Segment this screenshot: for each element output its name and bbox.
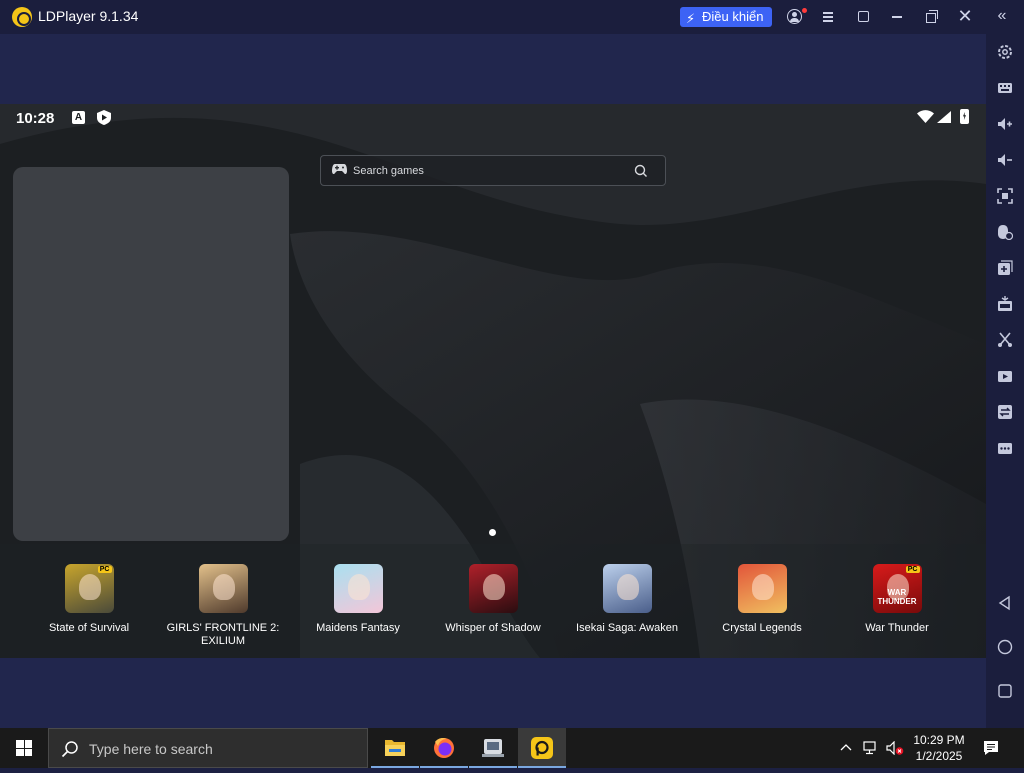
right-toolbar xyxy=(986,34,1024,728)
ldplayer-taskbar-button[interactable] xyxy=(518,728,566,768)
home-nav-icon[interactable] xyxy=(997,639,1013,655)
app-shortcut[interactable]: Whisper of Shadow xyxy=(423,564,563,635)
pc-badge: PC xyxy=(97,566,112,573)
a-notification-icon: A xyxy=(72,111,85,124)
keyboard-icon[interactable] xyxy=(997,80,1013,96)
add-window-icon[interactable] xyxy=(997,260,1013,276)
search-games-bar[interactable]: Search games xyxy=(320,155,666,186)
network-icon[interactable] xyxy=(863,741,879,755)
wifi-icon xyxy=(917,110,934,123)
app-icon[interactable] xyxy=(737,564,787,613)
popout-icon[interactable] xyxy=(855,8,871,24)
firefox-icon xyxy=(434,738,454,758)
app-shortcut[interactable]: GIRLS' FRONTLINE 2: EXILIUM xyxy=(153,564,293,648)
volume-down-icon[interactable] xyxy=(997,152,1013,168)
top-margin xyxy=(0,34,986,104)
lightning-icon: ⚡ xyxy=(686,11,696,26)
battery-icon xyxy=(960,109,969,124)
app-artwork xyxy=(482,574,505,600)
window-title: LDPlayer 9.1.34 xyxy=(38,8,139,24)
app-artwork xyxy=(347,574,370,600)
taskbar-clock[interactable]: 10:29 PM 1/2/2025 xyxy=(910,732,968,764)
more-icon[interactable] xyxy=(997,440,1013,456)
fullscreen-icon[interactable] xyxy=(997,188,1013,204)
app-artwork xyxy=(78,574,101,600)
pc-badge: PC xyxy=(905,566,920,573)
clock-date: 1/2/2025 xyxy=(915,749,963,763)
volume-muted-icon[interactable] xyxy=(886,741,904,755)
home-widget-placeholder[interactable] xyxy=(13,167,289,541)
ldplayer-logo-icon xyxy=(12,7,32,27)
search-games-label: Search games xyxy=(353,165,424,177)
collapse-sidebar-icon[interactable]: « xyxy=(994,8,1010,24)
title-bar: LDPlayer 9.1.34 ⚡ Điều khiển ✕ « xyxy=(0,0,1024,34)
app-shortcut[interactable]: Crystal Legends xyxy=(692,564,832,635)
status-time: 10:28 xyxy=(16,110,55,127)
recents-nav-icon[interactable] xyxy=(997,683,1013,699)
app-artwork xyxy=(751,574,774,600)
back-nav-icon[interactable] xyxy=(997,595,1013,611)
folder-icon xyxy=(385,740,405,756)
record-video-icon[interactable] xyxy=(997,368,1013,384)
app-icon[interactable]: PC xyxy=(64,564,114,613)
ldplayer-app-icon xyxy=(531,737,553,759)
firefox-taskbar-button[interactable] xyxy=(420,728,468,768)
app-shortcut[interactable]: WAR THUNDER PC War Thunder xyxy=(827,564,967,635)
search-icon[interactable] xyxy=(634,164,648,178)
account-icon[interactable] xyxy=(787,9,802,24)
app-logo-text: WAR THUNDER xyxy=(877,588,917,606)
action-center-icon[interactable] xyxy=(983,740,999,756)
windows-start-icon[interactable] xyxy=(16,740,32,756)
minimize-icon[interactable] xyxy=(889,8,905,24)
app-artwork xyxy=(212,574,235,600)
multi-instance-taskbar-button[interactable] xyxy=(469,728,517,768)
notification-dot xyxy=(802,8,807,13)
tray-overflow-chevron-icon[interactable] xyxy=(840,742,852,754)
taskbar-search-box[interactable]: Type here to search xyxy=(48,728,368,768)
sync-icon[interactable] xyxy=(997,404,1013,420)
windows-taskbar: Type here to search 10:29 PM 1/2/2025 xyxy=(0,728,1024,768)
app-icon[interactable] xyxy=(602,564,652,613)
taskbar-search-placeholder: Type here to search xyxy=(89,741,213,757)
restore-icon[interactable] xyxy=(923,8,939,24)
scissors-icon[interactable] xyxy=(997,332,1013,348)
app-shortcut[interactable]: Isekai Saga: Awaken xyxy=(557,564,697,635)
mouse-lock-icon[interactable] xyxy=(997,224,1013,240)
app-label: Maidens Fantasy xyxy=(316,622,400,634)
app-shortcut[interactable]: Maidens Fantasy xyxy=(288,564,428,635)
multi-instance-icon xyxy=(482,739,504,757)
app-label: Isekai Saga: Awaken xyxy=(576,622,678,634)
signal-icon xyxy=(937,111,951,123)
app-label: War Thunder xyxy=(865,622,929,634)
app-artwork xyxy=(616,574,639,600)
bottom-margin xyxy=(0,658,986,728)
app-icon[interactable] xyxy=(468,564,518,613)
gamepad-icon xyxy=(332,164,347,175)
control-button[interactable]: ⚡ Điều khiển xyxy=(680,7,772,27)
app-label: Crystal Legends xyxy=(722,622,802,634)
app-icon[interactable]: WAR THUNDER PC xyxy=(872,564,922,613)
volume-up-icon[interactable] xyxy=(997,116,1013,132)
app-icon[interactable] xyxy=(333,564,383,613)
file-explorer-taskbar-button[interactable] xyxy=(371,728,419,768)
app-label: State of Survival xyxy=(48,622,130,634)
android-screen[interactable]: 10:28 A Search games PC State of Survival… xyxy=(0,104,986,658)
shield-play-icon xyxy=(97,110,111,125)
app-label: GIRLS' FRONTLINE 2: EXILIUM xyxy=(166,622,280,647)
apk-install-icon[interactable] xyxy=(997,296,1013,312)
app-icon[interactable] xyxy=(198,564,248,613)
app-label: Whisper of Shadow xyxy=(445,622,541,634)
settings-gear-icon[interactable] xyxy=(997,44,1013,60)
app-shortcut[interactable]: PC State of Survival xyxy=(19,564,159,635)
close-icon[interactable]: ✕ xyxy=(957,7,973,25)
page-indicator-dot xyxy=(489,529,496,536)
control-button-label: Điều khiển xyxy=(702,9,764,24)
taskbar-search-icon xyxy=(61,741,78,758)
menu-icon[interactable] xyxy=(820,8,836,24)
clock-time: 10:29 PM xyxy=(913,733,965,747)
